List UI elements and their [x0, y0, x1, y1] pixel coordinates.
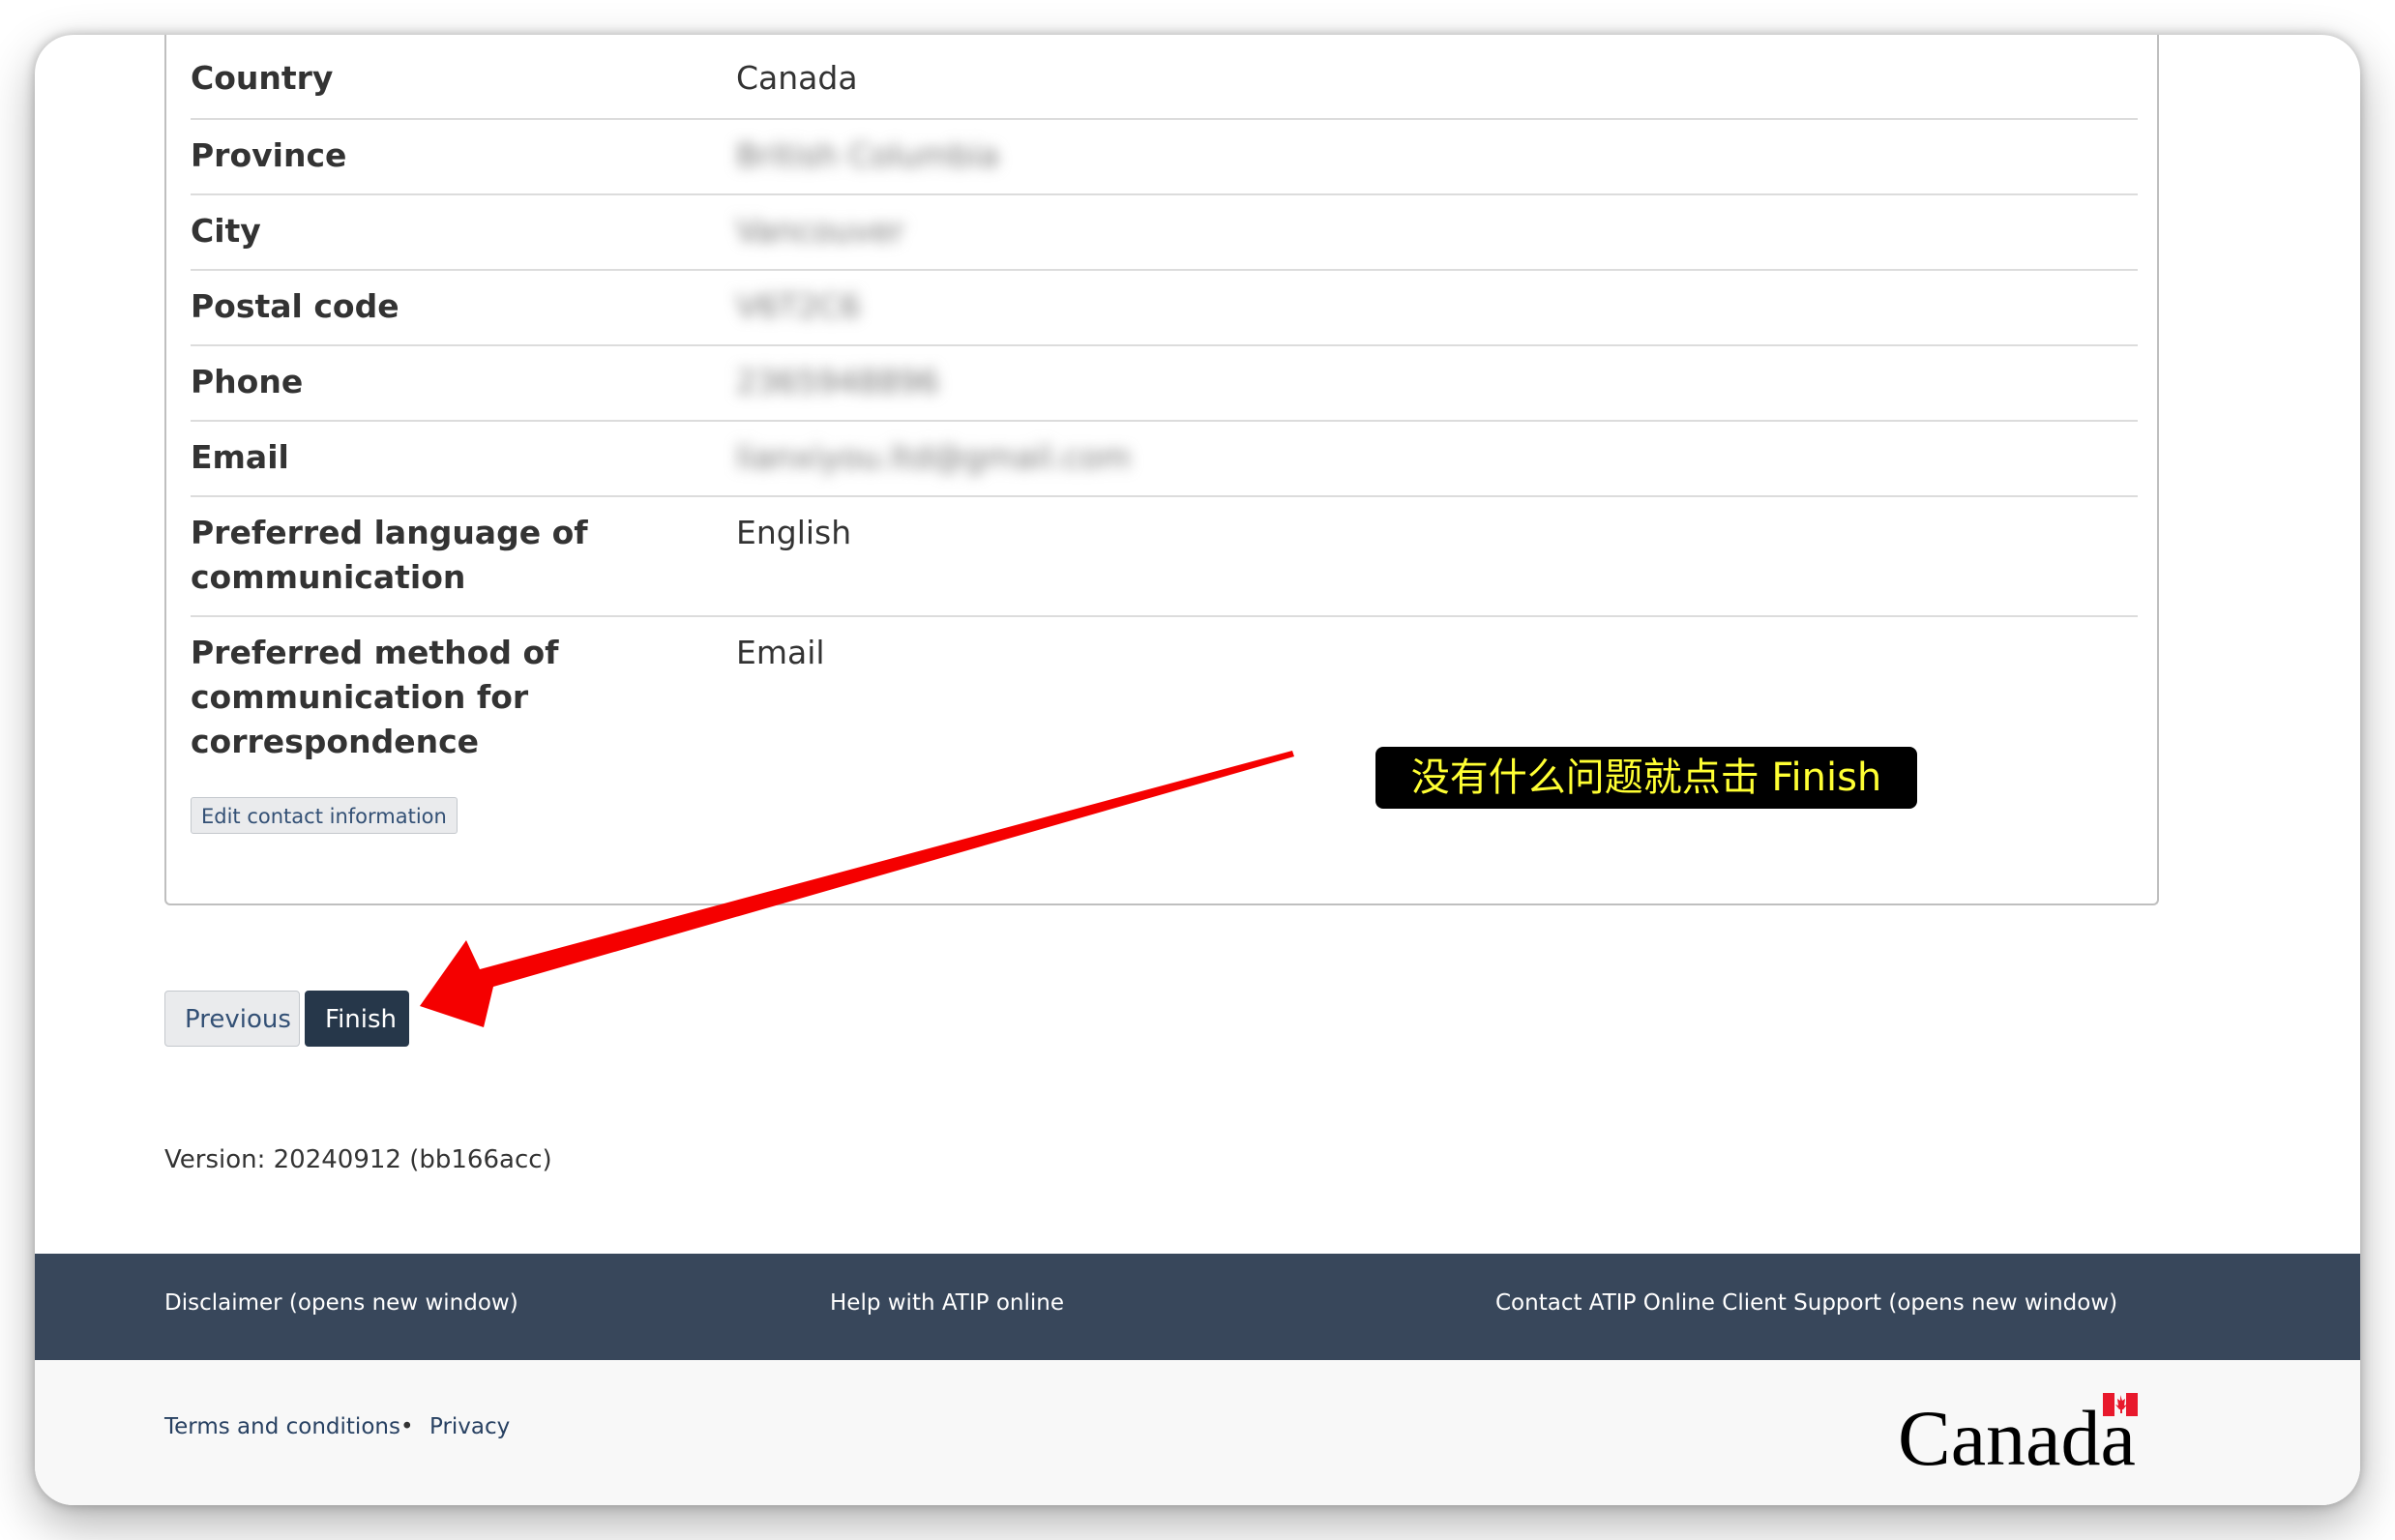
terms-link[interactable]: Terms and conditions: [164, 1414, 400, 1439]
previous-button[interactable]: Previous: [164, 991, 300, 1047]
email-label: Email: [191, 438, 289, 476]
edit-contact-information-button[interactable]: Edit contact information: [191, 797, 458, 834]
privacy-link[interactable]: Privacy: [429, 1414, 510, 1439]
phone-label: Phone: [191, 363, 304, 400]
province-label: Province: [191, 136, 347, 174]
help-link[interactable]: Help with ATIP online: [830, 1290, 1064, 1316]
version-text: Version: 20240912 (bb166acc): [164, 1145, 552, 1174]
detail-row-country: Country Canada: [191, 35, 2138, 120]
preferred-language-label: Preferred language of communication: [191, 514, 588, 596]
country-label: Country: [191, 59, 334, 97]
footer-separator: •: [400, 1414, 414, 1439]
province-value: British Columbia: [736, 136, 999, 174]
detail-row-city: City Vancouver: [191, 195, 2138, 271]
canada-wordmark-icon: Canada: [1898, 1393, 2138, 1482]
preferred-method-value: Email: [736, 634, 825, 671]
phone-value: 2365948896: [736, 363, 939, 400]
finish-button[interactable]: Finish: [305, 991, 409, 1047]
preferred-method-label: Preferred method of communication for co…: [191, 634, 559, 760]
footer-main: Disclaimer (opens new window) Help with …: [35, 1254, 2360, 1360]
email-value: lianxiyou.ltd@gmail.com: [736, 438, 1131, 476]
detail-row-email: Email lianxiyou.ltd@gmail.com: [191, 422, 2138, 497]
disclaimer-link[interactable]: Disclaimer (opens new window): [164, 1290, 518, 1316]
detail-row-province: Province British Columbia: [191, 120, 2138, 195]
country-value: Canada: [736, 59, 858, 97]
detail-row-preferred-language: Preferred language of communication Engl…: [191, 497, 2138, 617]
annotation-callout: 没有什么问题就点击 Finish: [1375, 747, 1917, 809]
postal-code-label: Postal code: [191, 287, 399, 325]
browser-window: Country Canada Province British Columbia…: [35, 35, 2360, 1505]
footer-sub: Terms and conditions • Privacy Canada: [35, 1360, 2360, 1505]
contact-support-link[interactable]: Contact ATIP Online Client Support (open…: [1495, 1290, 2117, 1316]
preferred-language-value: English: [736, 514, 852, 551]
detail-row-phone: Phone 2365948896: [191, 346, 2138, 422]
canada-wordmark-text: Canada: [1898, 1394, 2136, 1480]
city-label: City: [191, 212, 261, 250]
detail-row-postal-code: Postal code V6T2C6: [191, 271, 2138, 346]
city-value: Vancouver: [736, 212, 904, 250]
canada-wordmark-logo: Canada: [1898, 1383, 2149, 1482]
postal-code-value: V6T2C6: [736, 287, 861, 325]
